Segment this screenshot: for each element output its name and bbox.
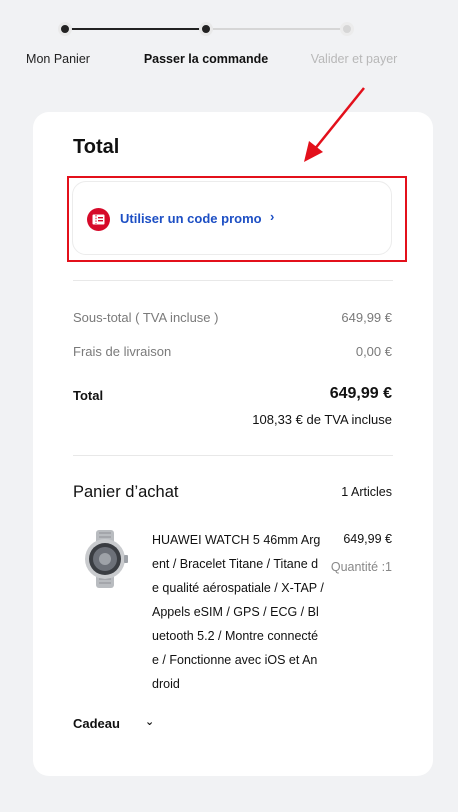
step-label-pay: Valider et payer (310, 52, 398, 66)
product-image[interactable] (79, 530, 131, 588)
cart-title: Panier d’achat (73, 483, 179, 501)
cart-item-count: 1 Articles (341, 485, 392, 499)
chevron-right-icon: › (270, 209, 275, 224)
checkout-stepper: Mon Panier Passer la commande Valider et… (0, 0, 458, 90)
promo-code-button[interactable]: Utiliser un code promo › (72, 181, 392, 255)
product-quantity: Quantité :1 (330, 560, 392, 574)
shipping-label: Frais de livraison (73, 344, 172, 359)
total-label: Total (73, 388, 104, 403)
gift-toggle[interactable]: Cadeau (73, 716, 120, 731)
vat-note: 108,33 € de TVA incluse (252, 412, 392, 427)
step-dot-cart (58, 22, 72, 36)
step-dot-checkout (199, 22, 213, 36)
step-label-checkout: Passer la commande (143, 52, 269, 66)
summary-title: Total (73, 136, 120, 158)
chevron-down-icon[interactable]: ⌄ (145, 715, 154, 728)
total-value: 649,99 € (329, 385, 392, 402)
product-name[interactable]: HUAWEI WATCH 5 46mm Argent / Bracelet Ti… (152, 528, 324, 696)
coupon-icon (87, 208, 110, 231)
divider (73, 455, 393, 456)
stepper-line-todo (206, 28, 347, 30)
shipping-value: 0,00 € (355, 344, 392, 359)
product-price: 649,99 € (343, 532, 392, 546)
subtotal-label: Sous-total ( TVA incluse ) (73, 310, 219, 325)
step-label-cart[interactable]: Mon Panier (26, 52, 90, 66)
step-dot-pay (340, 22, 354, 36)
subtotal-value: 649,99 € (341, 310, 392, 325)
order-summary-card: Total Utiliser un code promo › Sous-tota… (33, 112, 433, 776)
divider (73, 280, 393, 281)
stepper-line-done (64, 28, 206, 30)
promo-code-label: Utiliser un code promo (120, 211, 262, 226)
